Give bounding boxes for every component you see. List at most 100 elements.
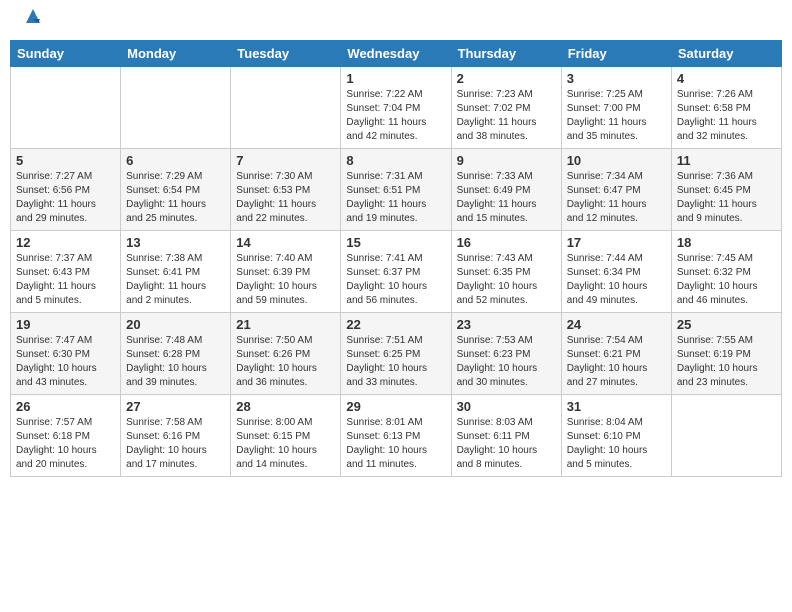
logo [20, 20, 44, 27]
day-number: 13 [126, 235, 225, 250]
calendar-cell: 11 Sunrise: 7:36 AMSunset: 6:45 PMDayligh… [671, 149, 781, 231]
day-info: Sunrise: 7:44 AMSunset: 6:34 PMDaylight:… [567, 252, 666, 308]
day-info: Sunrise: 7:34 AMSunset: 6:47 PMDaylight:… [567, 170, 666, 226]
weekday-wednesday: Wednesday [341, 41, 451, 67]
day-number: 17 [567, 235, 666, 250]
day-number: 11 [677, 153, 776, 168]
day-number: 6 [126, 153, 225, 168]
weekday-friday: Friday [561, 41, 671, 67]
calendar-cell: 28 Sunrise: 8:00 AMSunset: 6:15 PMDayligh… [231, 395, 341, 477]
day-info: Sunrise: 7:26 AMSunset: 6:58 PMDaylight:… [677, 88, 776, 144]
day-info: Sunrise: 7:29 AMSunset: 6:54 PMDaylight:… [126, 170, 225, 226]
day-number: 10 [567, 153, 666, 168]
header [10, 10, 782, 32]
day-info: Sunrise: 8:04 AMSunset: 6:10 PMDaylight:… [567, 416, 666, 472]
day-info: Sunrise: 7:43 AMSunset: 6:35 PMDaylight:… [457, 252, 556, 308]
calendar-cell: 10 Sunrise: 7:34 AMSunset: 6:47 PMDayligh… [561, 149, 671, 231]
day-info: Sunrise: 7:45 AMSunset: 6:32 PMDaylight:… [677, 252, 776, 308]
day-number: 23 [457, 317, 556, 332]
calendar-cell: 23 Sunrise: 7:53 AMSunset: 6:23 PMDayligh… [451, 313, 561, 395]
day-number: 20 [126, 317, 225, 332]
calendar-cell: 15 Sunrise: 7:41 AMSunset: 6:37 PMDayligh… [341, 231, 451, 313]
calendar-cell: 1 Sunrise: 7:22 AMSunset: 7:04 PMDaylight… [341, 67, 451, 149]
calendar-cell: 27 Sunrise: 7:58 AMSunset: 6:16 PMDayligh… [121, 395, 231, 477]
day-info: Sunrise: 7:54 AMSunset: 6:21 PMDaylight:… [567, 334, 666, 390]
calendar-cell: 30 Sunrise: 8:03 AMSunset: 6:11 PMDayligh… [451, 395, 561, 477]
calendar-cell [11, 67, 121, 149]
day-info: Sunrise: 7:53 AMSunset: 6:23 PMDaylight:… [457, 334, 556, 390]
calendar-cell [671, 395, 781, 477]
calendar-cell: 16Sunrise: 7:43 AMSunset: 6:35 PMDayligh… [451, 231, 561, 313]
calendar-cell: 12 Sunrise: 7:37 AMSunset: 6:43 PMDayligh… [11, 231, 121, 313]
calendar-cell: 5Sunrise: 7:27 AMSunset: 6:56 PMDaylight… [11, 149, 121, 231]
day-info: Sunrise: 8:03 AMSunset: 6:11 PMDaylight:… [457, 416, 556, 472]
day-info: Sunrise: 8:01 AMSunset: 6:13 PMDaylight:… [346, 416, 445, 472]
calendar-cell: 21Sunrise: 7:50 AMSunset: 6:26 PMDayligh… [231, 313, 341, 395]
day-number: 9 [457, 153, 556, 168]
day-info: Sunrise: 7:58 AMSunset: 6:16 PMDaylight:… [126, 416, 225, 472]
day-number: 7 [236, 153, 335, 168]
day-number: 12 [16, 235, 115, 250]
day-info: Sunrise: 7:36 AMSunset: 6:45 PMDaylight:… [677, 170, 776, 226]
calendar-cell: 18 Sunrise: 7:45 AMSunset: 6:32 PMDayligh… [671, 231, 781, 313]
calendar-cell: 17 Sunrise: 7:44 AMSunset: 6:34 PMDayligh… [561, 231, 671, 313]
calendar-cell: 26 Sunrise: 7:57 AMSunset: 6:18 PMDayligh… [11, 395, 121, 477]
weekday-thursday: Thursday [451, 41, 561, 67]
calendar-cell: 6 Sunrise: 7:29 AMSunset: 6:54 PMDaylight… [121, 149, 231, 231]
calendar-cell: 24 Sunrise: 7:54 AMSunset: 6:21 PMDayligh… [561, 313, 671, 395]
day-info: Sunrise: 7:27 AMSunset: 6:56 PMDaylight:… [16, 170, 115, 226]
day-number: 19 [16, 317, 115, 332]
calendar-cell [231, 67, 341, 149]
logo-icon [22, 5, 44, 27]
day-number: 30 [457, 399, 556, 414]
day-info: Sunrise: 7:55 AMSunset: 6:19 PMDaylight:… [677, 334, 776, 390]
day-number: 4 [677, 71, 776, 86]
day-info: Sunrise: 7:38 AMSunset: 6:41 PMDaylight:… [126, 252, 225, 308]
day-number: 18 [677, 235, 776, 250]
calendar-cell: 14 Sunrise: 7:40 AMSunset: 6:39 PMDayligh… [231, 231, 341, 313]
calendar-cell: 3Sunrise: 7:25 AMSunset: 7:00 PMDaylight… [561, 67, 671, 149]
day-number: 2 [457, 71, 556, 86]
day-info: Sunrise: 7:33 AMSunset: 6:49 PMDaylight:… [457, 170, 556, 226]
calendar-cell: 8 Sunrise: 7:31 AMSunset: 6:51 PMDaylight… [341, 149, 451, 231]
calendar-cell: 19 Sunrise: 7:47 AMSunset: 6:30 PMDayligh… [11, 313, 121, 395]
day-info: Sunrise: 7:57 AMSunset: 6:18 PMDaylight:… [16, 416, 115, 472]
day-number: 28 [236, 399, 335, 414]
calendar-cell: 20Sunrise: 7:48 AMSunset: 6:28 PMDayligh… [121, 313, 231, 395]
day-number: 24 [567, 317, 666, 332]
page: Sunday Monday Tuesday Wednesday Thursday… [0, 0, 792, 487]
day-info: Sunrise: 8:00 AMSunset: 6:15 PMDaylight:… [236, 416, 335, 472]
day-number: 29 [346, 399, 445, 414]
weekday-tuesday: Tuesday [231, 41, 341, 67]
day-info: Sunrise: 7:41 AMSunset: 6:37 PMDaylight:… [346, 252, 445, 308]
day-info: Sunrise: 7:40 AMSunset: 6:39 PMDaylight:… [236, 252, 335, 308]
day-info: Sunrise: 7:22 AMSunset: 7:04 PMDaylight:… [346, 88, 445, 144]
day-info: Sunrise: 7:23 AMSunset: 7:02 PMDaylight:… [457, 88, 556, 144]
day-number: 26 [16, 399, 115, 414]
calendar-cell: 31 Sunrise: 8:04 AMSunset: 6:10 PMDayligh… [561, 395, 671, 477]
day-info: Sunrise: 7:37 AMSunset: 6:43 PMDaylight:… [16, 252, 115, 308]
day-info: Sunrise: 7:31 AMSunset: 6:51 PMDaylight:… [346, 170, 445, 226]
day-number: 22 [346, 317, 445, 332]
day-info: Sunrise: 7:47 AMSunset: 6:30 PMDaylight:… [16, 334, 115, 390]
day-number: 15 [346, 235, 445, 250]
day-info: Sunrise: 7:50 AMSunset: 6:26 PMDaylight:… [236, 334, 335, 390]
day-number: 25 [677, 317, 776, 332]
calendar-cell [121, 67, 231, 149]
calendar-cell: 29 Sunrise: 8:01 AMSunset: 6:13 PMDayligh… [341, 395, 451, 477]
weekday-saturday: Saturday [671, 41, 781, 67]
calendar-cell: 2 Sunrise: 7:23 AMSunset: 7:02 PMDaylight… [451, 67, 561, 149]
day-number: 27 [126, 399, 225, 414]
day-number: 8 [346, 153, 445, 168]
calendar-cell: 9 Sunrise: 7:33 AMSunset: 6:49 PMDaylight… [451, 149, 561, 231]
weekday-monday: Monday [121, 41, 231, 67]
calendar-cell: 7 Sunrise: 7:30 AMSunset: 6:53 PMDaylight… [231, 149, 341, 231]
day-info: Sunrise: 7:30 AMSunset: 6:53 PMDaylight:… [236, 170, 335, 226]
day-number: 31 [567, 399, 666, 414]
day-info: Sunrise: 7:51 AMSunset: 6:25 PMDaylight:… [346, 334, 445, 390]
calendar-cell: 4 Sunrise: 7:26 AMSunset: 6:58 PMDaylight… [671, 67, 781, 149]
day-number: 14 [236, 235, 335, 250]
day-number: 1 [346, 71, 445, 86]
day-info: Sunrise: 7:25 AMSunset: 7:00 PMDaylight:… [567, 88, 666, 144]
calendar-cell: 25 Sunrise: 7:55 AMSunset: 6:19 PMDayligh… [671, 313, 781, 395]
